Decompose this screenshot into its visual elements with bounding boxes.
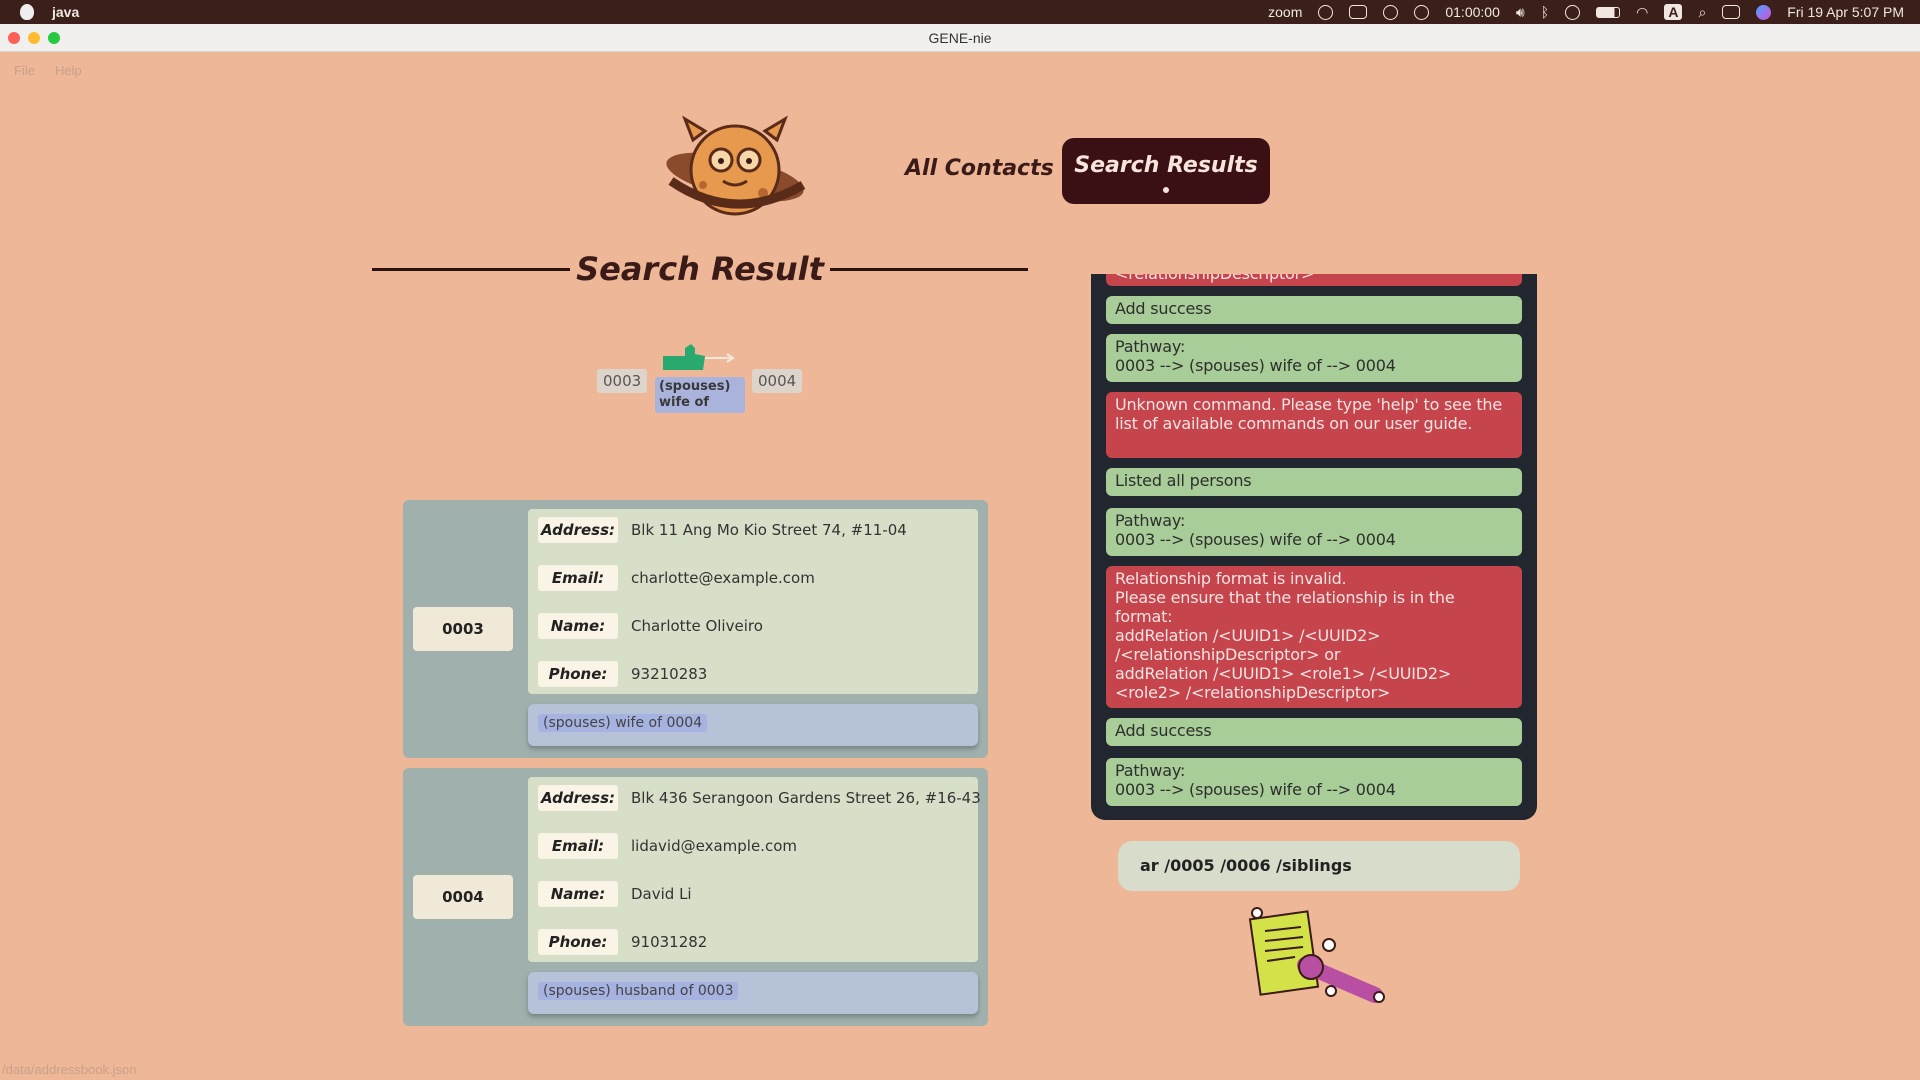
control-center-icon[interactable] [1722, 5, 1741, 19]
tab-search-results-label: Search Results [1074, 153, 1258, 178]
phone-row: Phone: 91031282 [538, 927, 707, 957]
heading-rule-right [830, 268, 1028, 271]
relation-bar: (spouses) wife of 0004 [528, 704, 978, 746]
email-label: Email: [538, 833, 618, 859]
window-title: GENE-nie [928, 30, 992, 46]
tab-all-contacts[interactable]: All Contacts [905, 156, 1054, 181]
camera-status-icon[interactable] [1318, 4, 1334, 20]
input-source-badge[interactable]: A [1664, 4, 1683, 20]
office-app-icon[interactable] [1349, 5, 1368, 19]
relation-tag[interactable]: (spouses) wife of 0004 [538, 714, 708, 732]
spotlight-search-icon[interactable]: ⌕ [1698, 4, 1706, 21]
email-value: lidavid@example.com [631, 837, 797, 855]
name-value: David Li [631, 885, 692, 903]
zoom-menu-item[interactable]: zoom [1268, 4, 1302, 20]
graph-edge-label: (spouses) wife of [655, 377, 745, 413]
file-menu[interactable]: File [14, 63, 35, 78]
menu-bar-status-area: zoom 01:00:00 🔊︎ ᛒ ◠ A ⌕ Fri 19 Apr 5:07… [1268, 0, 1904, 24]
document-mascot-icon [1248, 907, 1385, 1003]
email-row: Email: lidavid@example.com [538, 831, 797, 861]
email-value: charlotte@example.com [631, 569, 815, 587]
contact-id: 0003 [413, 607, 513, 651]
pointing-hand-icon [663, 344, 735, 370]
result-message-success: Add success [1106, 296, 1522, 324]
name-row: Name: David Li [538, 879, 692, 909]
address-row: Address: Blk 11 Ang Mo Kio Street 74, #1… [538, 515, 907, 545]
result-message-success: Listed all persons [1106, 468, 1522, 496]
maximize-window-button[interactable] [48, 32, 60, 44]
relation-bar: (spouses) husband of 0003 [528, 972, 978, 1014]
grammarly-icon[interactable] [1383, 4, 1399, 20]
macos-menu-bar: java zoom 01:00:00 🔊︎ ᛒ ◠ A ⌕ Fri 19 Apr… [0, 0, 1920, 24]
minimize-window-button[interactable] [28, 32, 40, 44]
phone-value: 93210283 [631, 665, 708, 683]
result-message-error: Relationship format is invalid. Please e… [1106, 566, 1522, 708]
address-row: Address: Blk 436 Serangoon Gardens Stree… [538, 783, 981, 813]
contact-card[interactable]: 0004 Address: Blk 436 Serangoon Gardens … [403, 768, 988, 1026]
contact-fields: Address: Blk 436 Serangoon Gardens Stree… [528, 777, 981, 962]
phone-value: 91031282 [631, 933, 708, 951]
window-controls [8, 32, 60, 44]
siri-icon[interactable] [1756, 4, 1772, 20]
address-label: Address: [538, 517, 618, 543]
active-app-name[interactable]: java [52, 4, 79, 20]
menu-bar-clock[interactable]: Fri 19 Apr 5:07 PM [1787, 4, 1904, 20]
status-bar-path: /data/addressbook.json [2, 1062, 137, 1077]
contact-fields: Address: Blk 11 Ang Mo Kio Street 74, #1… [528, 509, 978, 694]
address-value: Blk 11 Ang Mo Kio Street 74, #11-04 [631, 521, 907, 539]
graph-node-from[interactable]: 0003 [597, 369, 648, 393]
phone-label: Phone: [538, 661, 618, 687]
result-message-success: Pathway: 0003 --> (spouses) wife of --> … [1106, 508, 1522, 556]
battery-icon[interactable] [1596, 6, 1621, 18]
relation-tag[interactable]: (spouses) husband of 0003 [538, 982, 739, 1000]
email-row: Email: charlotte@example.com [538, 563, 815, 593]
page-title: Search Result [576, 250, 824, 288]
bluetooth-icon[interactable]: ᛒ [1541, 4, 1549, 20]
result-message-success: Pathway: 0003 --> (spouses) wife of --> … [1106, 758, 1522, 806]
phone-row: Phone: 93210283 [538, 659, 707, 689]
app-menu: File Help [14, 63, 82, 78]
close-window-button[interactable] [8, 32, 20, 44]
contact-id: 0004 [413, 875, 513, 919]
active-tab-indicator [1163, 187, 1169, 193]
result-message-error: Unknown command. Please type 'help' to s… [1106, 392, 1522, 458]
volume-icon[interactable]: 🔊︎ [1516, 4, 1525, 21]
help-menu[interactable]: Help [55, 63, 82, 78]
result-message-success: Add success [1106, 718, 1522, 746]
planet-monster-logo-icon [666, 115, 806, 216]
wifi-icon[interactable]: ◠ [1636, 4, 1648, 21]
timer-icon[interactable] [1414, 4, 1430, 20]
heading-rule-left [372, 268, 570, 271]
graph-node-to[interactable]: 0004 [752, 369, 803, 393]
name-label: Name: [538, 881, 618, 907]
contact-card[interactable]: 0003 Address: Blk 11 Ang Mo Kio Street 7… [403, 500, 988, 758]
address-value: Blk 436 Serangoon Gardens Street 26, #16… [631, 789, 981, 807]
tab-search-results[interactable]: Search Results [1062, 138, 1270, 204]
play-icon[interactable] [1565, 4, 1581, 20]
command-input[interactable]: ar /0005 /0006 /siblings [1118, 841, 1520, 891]
result-message-success: Pathway: 0003 --> (spouses) wife of --> … [1106, 334, 1522, 382]
result-message-panel[interactable]: <relationshipDescriptor> Add success Pat… [1091, 274, 1537, 820]
window-title-bar[interactable]: GENE-nie [0, 24, 1920, 52]
phone-label: Phone: [538, 929, 618, 955]
name-row: Name: Charlotte Oliveiro [538, 611, 763, 641]
email-label: Email: [538, 565, 618, 591]
result-message-error: <relationshipDescriptor> [1106, 274, 1522, 286]
timer-readout[interactable]: 01:00:00 [1445, 4, 1500, 20]
apple-logo-icon[interactable] [20, 4, 34, 20]
address-label: Address: [538, 785, 618, 811]
name-label: Name: [538, 613, 618, 639]
name-value: Charlotte Oliveiro [631, 617, 763, 635]
